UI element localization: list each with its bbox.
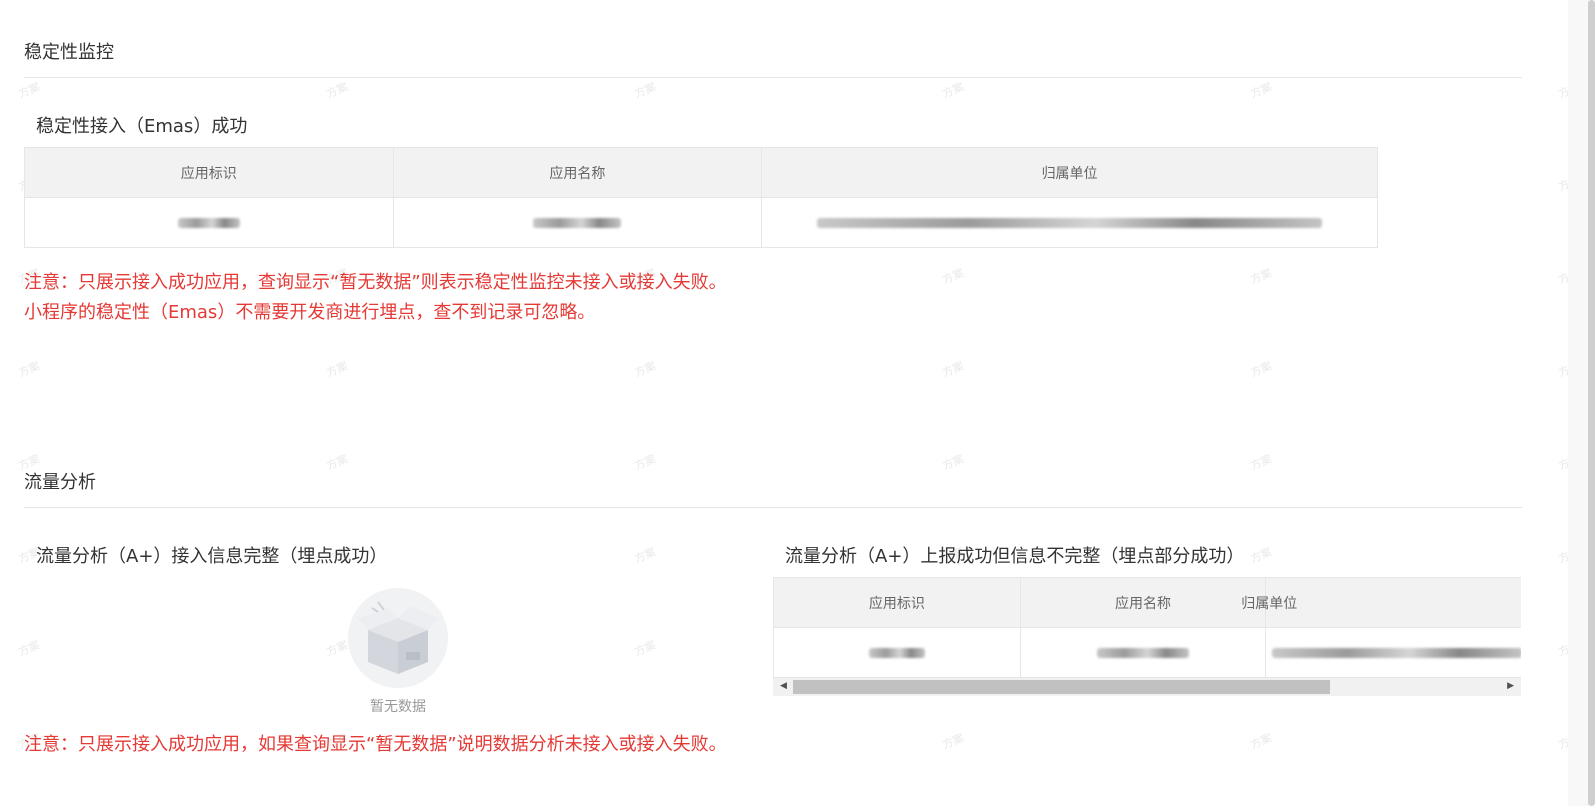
traffic-complete-title: 流量分析（A+）接入信息完整（埋点成功）	[36, 546, 388, 567]
traffic-notice: 注意：只展示接入成功应用，如果查询显示“暂无数据”说明数据分析未接入或接入失败。	[24, 734, 727, 755]
redacted-text	[1097, 647, 1190, 658]
vertical-scrollbar-thumb[interactable]	[1588, 0, 1595, 806]
watermark-text: 方案	[940, 359, 966, 380]
col-app-id[interactable]: 应用标识	[773, 577, 1021, 628]
scrollbar-thumb[interactable]	[793, 680, 1330, 694]
watermark-text: 方案	[324, 638, 350, 659]
stability-section-title: 稳定性监控	[24, 42, 114, 63]
watermark-text: 方案	[940, 452, 966, 473]
redacted-text	[533, 217, 622, 228]
watermark-text: 方案	[1248, 452, 1274, 473]
cell-app-id	[773, 627, 1021, 678]
stability-table: 应用标识 应用名称 归属单位	[24, 147, 1378, 248]
col-org-label: 归属单位	[1241, 595, 1298, 612]
redacted-text	[1272, 647, 1521, 658]
col-org[interactable]: 归属单位	[761, 147, 1378, 198]
traffic-table-header: 应用标识 应用名称 归属单位	[773, 577, 1521, 628]
redacted-text	[817, 217, 1323, 228]
watermark-text: 方案	[632, 452, 658, 473]
horizontal-scrollbar[interactable]: ◀ ▶	[773, 678, 1521, 696]
watermark-text: 方案	[940, 731, 966, 752]
watermark-text: 方案	[632, 638, 658, 659]
redacted-text	[177, 217, 240, 228]
watermark-text: 方案	[324, 80, 350, 101]
col-app-name[interactable]: 应用名称	[1019, 577, 1267, 628]
scroll-right-icon[interactable]: ▶	[1507, 681, 1514, 691]
traffic-partial-title: 流量分析（A+）上报成功但信息不完整（埋点部分成功）	[785, 546, 1245, 567]
stability-divider	[24, 77, 1522, 78]
cell-app-name	[392, 197, 763, 248]
stability-notice-line1: 注意：只展示接入成功应用，查询显示“暂无数据”则表示稳定性监控未接入或接入失败。	[24, 272, 727, 293]
watermark-text: 方案	[632, 359, 658, 380]
watermark-text: 方案	[1248, 266, 1274, 287]
col-org[interactable]: 归属单位	[1241, 577, 1521, 628]
page: 方案 方案 方案 方案 方案 方案 方案 方案 方案 方案 方案 方案 方案 方案 方案 方案 方案 方案 方案 方案…	[0, 0, 1595, 806]
empty-text: 暂无数据	[370, 699, 426, 715]
redacted-text	[868, 647, 925, 658]
vertical-scrollbar[interactable]	[1568, 0, 1595, 806]
watermark-text: 方案	[632, 80, 658, 101]
scroll-left-icon[interactable]: ◀	[780, 681, 787, 691]
watermark-text: 方案	[324, 452, 350, 473]
watermark-text: 方案	[1248, 359, 1274, 380]
traffic-table: 应用标识 应用名称 归属单位	[773, 577, 1521, 678]
watermark-text: 方案	[1248, 545, 1274, 566]
watermark-text: 方案	[940, 266, 966, 287]
watermark-text: 方案	[632, 545, 658, 566]
watermark-text: 方案	[1248, 731, 1274, 752]
watermark-text: 方案	[1248, 80, 1274, 101]
cell-app-name	[1019, 627, 1267, 678]
watermark-text: 方案	[16, 638, 42, 659]
cell-org	[761, 197, 1378, 248]
table-row[interactable]	[24, 197, 1378, 248]
col-app-name[interactable]: 应用名称	[392, 147, 763, 198]
stability-table-header: 应用标识 应用名称 归属单位	[24, 147, 1378, 198]
col-app-id[interactable]: 应用标识	[24, 147, 394, 198]
cell-org	[1265, 627, 1521, 678]
empty-box-icon	[348, 588, 448, 688]
table-row[interactable]	[773, 627, 1521, 678]
traffic-divider	[24, 507, 1522, 508]
watermark-text: 方案	[324, 359, 350, 380]
cell-app-id	[24, 197, 394, 248]
traffic-section-title: 流量分析	[24, 472, 96, 493]
stability-notice: 注意：只展示接入成功应用，查询显示“暂无数据”则表示稳定性监控未接入或接入失败。…	[24, 268, 727, 328]
watermark-text: 方案	[16, 359, 42, 380]
watermark-text: 方案	[940, 80, 966, 101]
stability-sub-title: 稳定性接入（Emas）成功	[36, 116, 248, 137]
stability-notice-line2: 小程序的稳定性（Emas）不需要开发商进行埋点，查不到记录可忽略。	[24, 302, 596, 323]
watermark-text: 方案	[16, 80, 42, 101]
